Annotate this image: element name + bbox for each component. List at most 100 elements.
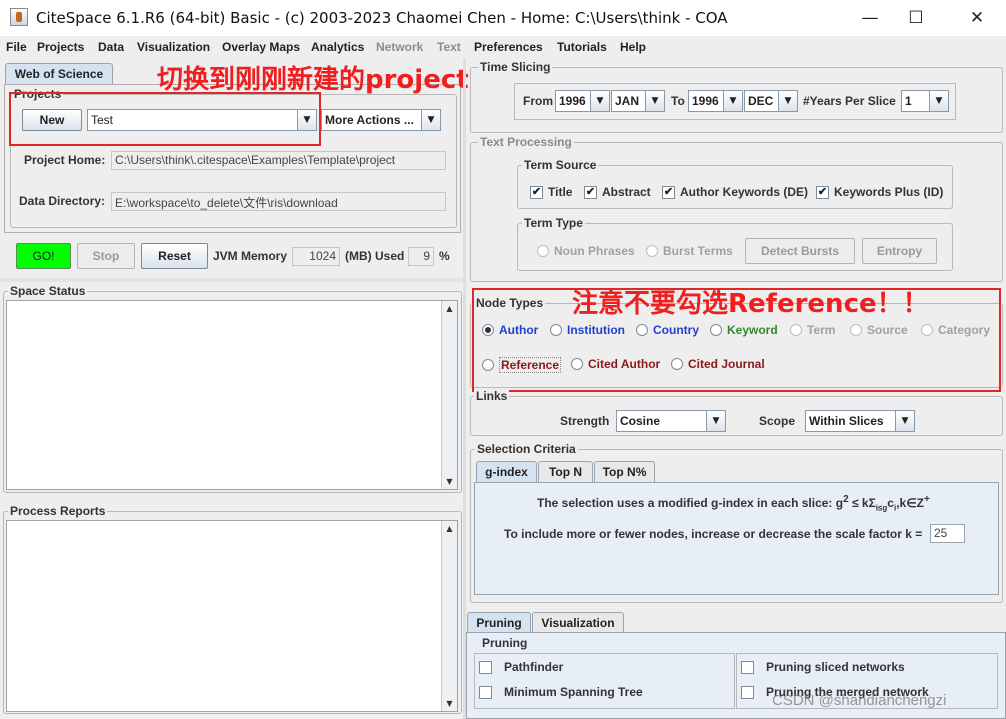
checkbox-title-label: Title	[548, 185, 573, 199]
from-year-value: 1996	[559, 94, 586, 108]
window-titlebar: CiteSpace 6.1.R6 (64-bit) Basic - (c) 20…	[0, 0, 1006, 36]
data-directory-field[interactable]: E:\workspace\to_delete\文件\ris\download	[111, 192, 446, 211]
tab-visualization[interactable]: Visualization	[532, 612, 624, 633]
tab-top-n[interactable]: Top N	[538, 461, 593, 482]
process-reports-scrollbar[interactable]: ▲ ▼	[441, 521, 457, 711]
tab-pruning[interactable]: Pruning	[467, 612, 531, 633]
sigma-sub: i≤g	[875, 503, 888, 513]
csdn-watermark: CSDN @shandianchengzi	[772, 692, 947, 709]
checkbox-abstract[interactable]: ✔ Abstract	[584, 185, 651, 199]
menu-network[interactable]: Network	[376, 40, 423, 54]
to-year-select[interactable]: 1996 ▼	[688, 90, 743, 112]
tab-web-of-science[interactable]: Web of Science	[5, 63, 113, 84]
years-per-slice-value: 1	[905, 94, 912, 108]
process-reports-title: Process Reports	[8, 504, 108, 518]
splitter[interactable]	[0, 278, 464, 282]
strength-value: Cosine	[620, 414, 661, 428]
more-actions-label: More Actions ...	[325, 113, 414, 127]
detect-bursts-button[interactable]: Detect Bursts	[745, 238, 855, 264]
menu-projects[interactable]: Projects	[37, 40, 84, 54]
project-home-label: Project Home:	[24, 153, 106, 167]
checkbox-pathfinder-label: Pathfinder	[504, 660, 564, 674]
menu-visualization[interactable]: Visualization	[137, 40, 210, 54]
g-index-plus: +	[924, 494, 930, 505]
scope-label: Scope	[759, 414, 796, 428]
checkbox-keywords-plus[interactable]: ✔ Keywords Plus (ID)	[816, 185, 943, 199]
from-month-select[interactable]: JAN ▼	[611, 90, 665, 112]
menu-file[interactable]: File	[6, 40, 27, 54]
process-reports-area[interactable]: ▲ ▼	[6, 520, 458, 712]
menu-preferences[interactable]: Preferences	[474, 40, 543, 54]
chevron-down-icon: ▼	[645, 91, 664, 111]
menu-help[interactable]: Help	[620, 40, 646, 54]
menu-overlay-maps[interactable]: Overlay Maps	[222, 40, 300, 54]
entropy-button[interactable]: Entropy	[862, 238, 937, 264]
scroll-up-icon[interactable]: ▲	[442, 521, 457, 536]
project-home-field[interactable]: C:\Users\think\.citespace\Examples\Templ…	[111, 151, 446, 170]
annotation-project-note: 切换到刚刚新建的project	[157, 65, 469, 95]
checkbox-title[interactable]: ✔ Title	[530, 185, 572, 199]
vertical-splitter[interactable]	[463, 58, 466, 719]
space-status-title: Space Status	[8, 284, 88, 298]
checkbox-author-keywords-label: Author Keywords (DE)	[680, 185, 809, 199]
chevron-down-icon: ▼	[895, 411, 914, 431]
go-button[interactable]: GO!	[16, 243, 71, 269]
radio-noun-phrases[interactable]: Noun Phrases	[537, 244, 635, 258]
checkbox-icon	[479, 660, 492, 674]
menu-data[interactable]: Data	[98, 40, 124, 54]
links-title: Links	[474, 389, 510, 403]
scroll-down-icon[interactable]: ▼	[442, 696, 457, 711]
space-status-scrollbar[interactable]: ▲ ▼	[441, 301, 457, 489]
mb-used-label: (MB) Used	[345, 249, 405, 263]
reset-button[interactable]: Reset	[141, 243, 208, 269]
scroll-down-icon[interactable]: ▼	[442, 474, 457, 489]
checkbox-minimum-spanning-tree[interactable]: Minimum Spanning Tree	[479, 685, 643, 699]
links-groupbox	[470, 396, 1003, 436]
annotation-box-projects	[9, 92, 321, 146]
from-year-select[interactable]: 1996 ▼	[555, 90, 610, 112]
years-per-slice-select[interactable]: 1 ▼	[901, 90, 949, 112]
space-status-area[interactable]: ▲ ▼	[6, 300, 458, 490]
close-button[interactable]: ✕	[954, 0, 1000, 36]
scroll-up-icon[interactable]: ▲	[442, 301, 457, 316]
sigma-symbol: Σ	[868, 496, 876, 510]
more-actions-select[interactable]: More Actions ... ▼	[321, 109, 441, 131]
g-index-le-k: ≤ k	[848, 496, 869, 510]
g-index-description: The selection uses a modified g-index in…	[537, 494, 930, 512]
g-index-c: c	[887, 496, 894, 510]
g-index-desc-text: The selection uses a modified g-index in…	[537, 496, 844, 510]
pruning-title: Pruning	[480, 636, 530, 650]
annotation-reference-note: 注意不要勾选Reference！！	[572, 289, 929, 319]
menu-tutorials[interactable]: Tutorials	[557, 40, 607, 54]
radio-icon	[537, 245, 549, 257]
stop-button[interactable]: Stop	[77, 243, 135, 269]
menu-text[interactable]: Text	[437, 40, 461, 54]
checkbox-icon	[741, 660, 754, 674]
checkbox-pathfinder[interactable]: Pathfinder	[479, 660, 563, 674]
radio-burst-terms[interactable]: Burst Terms	[646, 244, 733, 258]
scope-select[interactable]: Within Slices ▼	[805, 410, 915, 432]
checkbox-author-keywords[interactable]: ✔ Author Keywords (DE)	[662, 185, 808, 199]
strength-label: Strength	[560, 414, 610, 428]
tab-g-index[interactable]: g-index	[476, 461, 537, 482]
strength-select[interactable]: Cosine ▼	[616, 410, 726, 432]
minimize-button[interactable]: —	[847, 0, 893, 36]
menu-bar: File Projects Data Visualization Overlay…	[0, 36, 1006, 57]
tab-top-n-percent[interactable]: Top N%	[594, 461, 655, 482]
to-month-select[interactable]: DEC ▼	[744, 90, 798, 112]
citespace-app-icon	[10, 8, 28, 26]
to-label: To	[671, 94, 685, 108]
maximize-button[interactable]: ☐	[893, 0, 939, 36]
check-icon: ✔	[530, 185, 543, 199]
chevron-down-icon: ▼	[723, 91, 742, 111]
text-processing-title: Text Processing	[478, 135, 574, 149]
checkbox-icon	[741, 685, 754, 699]
checkbox-pruning-sliced[interactable]: Pruning sliced networks	[741, 660, 905, 674]
radio-noun-phrases-label: Noun Phrases	[554, 244, 635, 258]
menu-analytics[interactable]: Analytics	[311, 40, 364, 54]
memory-used-field: 9	[408, 247, 434, 266]
scale-factor-input[interactable]: 25	[930, 524, 965, 543]
checkbox-pruning-sliced-label: Pruning sliced networks	[766, 660, 905, 674]
check-icon: ✔	[662, 185, 675, 199]
window-title: CiteSpace 6.1.R6 (64-bit) Basic - (c) 20…	[36, 9, 728, 27]
